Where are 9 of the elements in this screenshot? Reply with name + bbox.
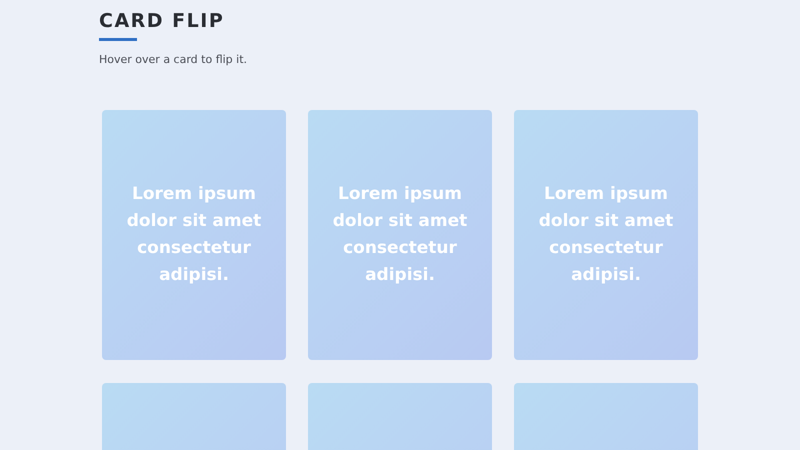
page-title: CARD FLIP xyxy=(99,10,226,32)
page-subtitle: Hover over a card to flip it. xyxy=(99,53,248,66)
flip-card[interactable]: Lorem ipsum dolor sit amet consectetur adipisi. xyxy=(102,110,286,360)
card-text: Lorem ipsum dolor sit amet consectetur adipisi. xyxy=(538,183,674,287)
flip-card[interactable]: Lorem ipsum dolor sit amet consectetur adipisi. xyxy=(308,110,492,360)
card-text: Lorem ipsum dolor sit amet consectetur adipisi. xyxy=(332,183,468,287)
title-underline xyxy=(99,38,137,41)
flip-card[interactable]: Lorem ipsum dolor sit amet consectetur adipisi. xyxy=(514,110,698,360)
card-text: Lorem ipsum dolor sit amet consectetur adipisi. xyxy=(126,183,262,287)
